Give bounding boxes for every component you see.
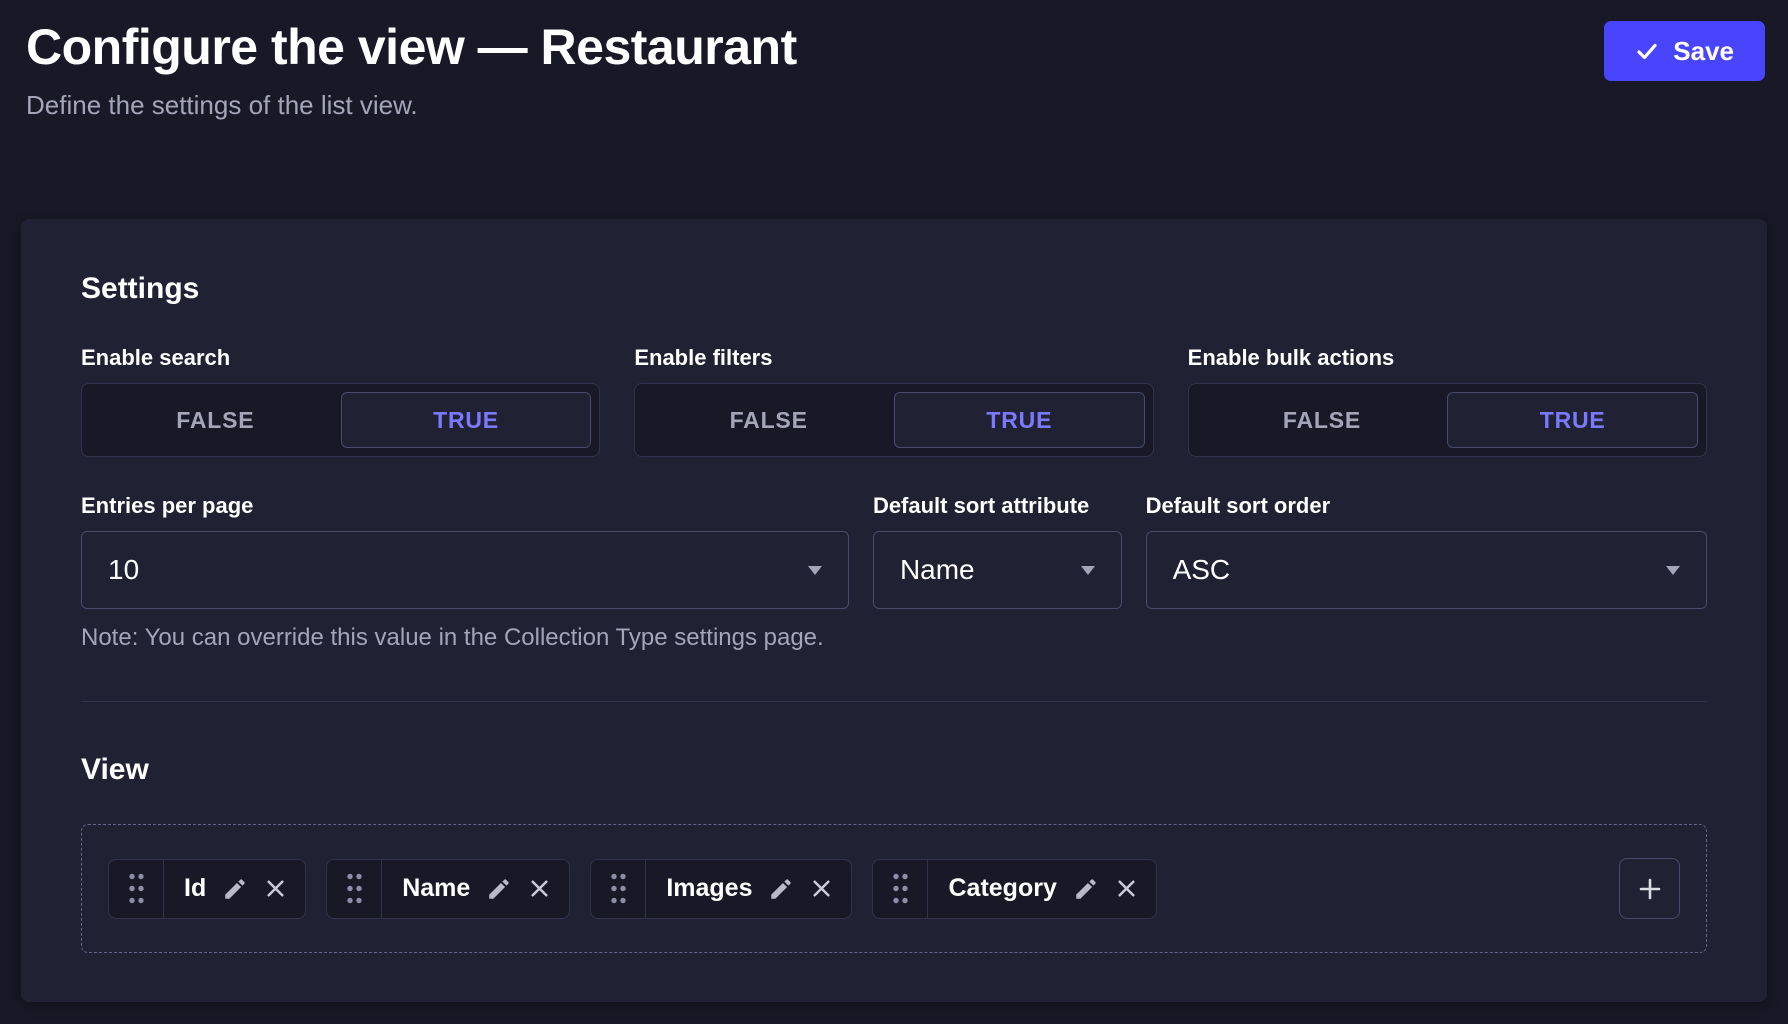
view-heading: View xyxy=(81,752,1707,788)
entries-per-page-select[interactable]: 10 xyxy=(81,531,849,609)
enable-bulk-actions-toggle: FALSE TRUE xyxy=(1188,383,1707,457)
enable-filters-true-option[interactable]: TRUE xyxy=(894,392,1145,448)
close-icon xyxy=(1115,877,1138,900)
drag-handle-icon[interactable] xyxy=(327,860,382,918)
field-chip-images: Images xyxy=(590,859,852,919)
toggle-group-enable-bulk-actions: Enable bulk actions FALSE TRUE xyxy=(1188,345,1707,457)
toggle-label: Enable filters xyxy=(634,345,1153,371)
field-chip-label: Name xyxy=(382,874,486,903)
section-divider xyxy=(81,701,1707,702)
entries-per-page-value: 10 xyxy=(108,554,139,586)
page-title: Configure the view — Restaurant xyxy=(26,18,1762,76)
enable-search-false-option[interactable]: FALSE xyxy=(90,392,341,448)
field-chip-label: Category xyxy=(928,874,1072,903)
entries-per-page-note: Note: You can override this value in the… xyxy=(81,623,1707,653)
pencil-icon xyxy=(1073,876,1099,902)
field-chip-id: Id xyxy=(108,859,306,919)
enable-filters-false-option[interactable]: FALSE xyxy=(643,392,894,448)
default-sort-order-value: ASC xyxy=(1173,554,1231,586)
enable-bulk-actions-false-option[interactable]: FALSE xyxy=(1197,392,1448,448)
enable-search-toggle: FALSE TRUE xyxy=(81,383,600,457)
pencil-icon xyxy=(222,876,248,902)
enable-bulk-actions-true-option[interactable]: TRUE xyxy=(1447,392,1698,448)
pencil-icon xyxy=(768,876,794,902)
field-chip-category: Category xyxy=(872,859,1156,919)
field-chip-label: Id xyxy=(164,874,222,903)
toggle-group-enable-filters: Enable filters FALSE TRUE xyxy=(634,345,1153,457)
remove-field-button[interactable] xyxy=(1115,877,1138,900)
displayed-fields-dropzone: Id Name xyxy=(81,824,1707,953)
edit-field-button[interactable] xyxy=(768,876,794,902)
plus-icon xyxy=(1634,873,1666,905)
page-header: Configure the view — Restaurant Define t… xyxy=(0,0,1788,122)
page-subtitle: Define the settings of the list view. xyxy=(26,88,1762,122)
remove-field-button[interactable] xyxy=(264,877,287,900)
select-label: Entries per page xyxy=(81,493,849,519)
default-sort-order-select[interactable]: ASC xyxy=(1146,531,1707,609)
toggle-label: Enable bulk actions xyxy=(1188,345,1707,371)
entries-per-page-group: Entries per page 10 xyxy=(81,493,849,609)
close-icon xyxy=(528,877,551,900)
field-chip-label: Images xyxy=(646,874,768,903)
chevron-down-icon xyxy=(1666,566,1680,575)
save-button-label: Save xyxy=(1673,36,1734,67)
toggles-row: Enable search FALSE TRUE Enable filters … xyxy=(81,345,1707,457)
enable-search-true-option[interactable]: TRUE xyxy=(341,392,592,448)
drag-handle-icon[interactable] xyxy=(591,860,646,918)
toggle-label: Enable search xyxy=(81,345,600,371)
default-sort-order-group: Default sort order ASC xyxy=(1146,493,1707,609)
field-chip-name: Name xyxy=(326,859,570,919)
remove-field-button[interactable] xyxy=(528,877,551,900)
settings-heading: Settings xyxy=(81,271,1707,307)
pencil-icon xyxy=(486,876,512,902)
close-icon xyxy=(810,877,833,900)
select-label: Default sort attribute xyxy=(873,493,1122,519)
toggle-group-enable-search: Enable search FALSE TRUE xyxy=(81,345,600,457)
default-sort-attribute-select[interactable]: Name xyxy=(873,531,1122,609)
edit-field-button[interactable] xyxy=(1073,876,1099,902)
select-label: Default sort order xyxy=(1146,493,1707,519)
chevron-down-icon xyxy=(1081,566,1095,575)
add-field-button[interactable] xyxy=(1619,858,1680,919)
drag-handle-icon[interactable] xyxy=(109,860,164,918)
selects-row: Entries per page 10 Default sort attribu… xyxy=(81,493,1707,609)
remove-field-button[interactable] xyxy=(810,877,833,900)
close-icon xyxy=(264,877,287,900)
enable-filters-toggle: FALSE TRUE xyxy=(634,383,1153,457)
default-sort-attribute-group: Default sort attribute Name xyxy=(873,493,1122,609)
default-sort-attribute-value: Name xyxy=(900,554,975,586)
drag-handle-icon[interactable] xyxy=(873,860,928,918)
edit-field-button[interactable] xyxy=(222,876,248,902)
settings-card: Settings Enable search FALSE TRUE Enable… xyxy=(21,219,1767,1002)
save-button[interactable]: Save xyxy=(1604,21,1765,81)
chevron-down-icon xyxy=(808,566,822,575)
check-icon xyxy=(1635,39,1659,63)
edit-field-button[interactable] xyxy=(486,876,512,902)
